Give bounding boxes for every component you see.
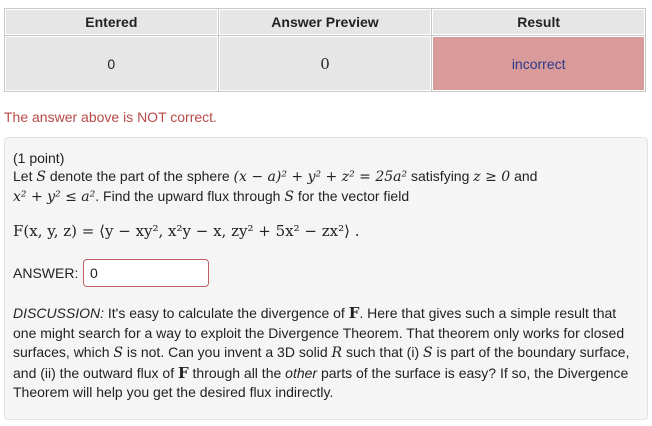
math-s: S bbox=[284, 189, 294, 205]
result-value: incorrect bbox=[431, 35, 646, 92]
text: for the vector field bbox=[293, 188, 410, 204]
text: It's easy to calculate the divergence of bbox=[104, 305, 349, 321]
text: . Find the upward flux through bbox=[95, 188, 285, 204]
text: is not. Can you invent a 3D solid bbox=[122, 344, 332, 360]
header-result: Result bbox=[431, 7, 646, 37]
status-message: The answer above is NOT correct. bbox=[4, 109, 217, 125]
disk-inequality: x² + y² ≤ a² bbox=[13, 189, 96, 205]
problem-line-2: x² + y² ≤ a². Find the upward flux throu… bbox=[13, 188, 409, 205]
sphere-equation: (x − a)² + y² + z² = 25a² bbox=[233, 169, 408, 185]
problem-line-1: Let S denote the part of the sphere (x −… bbox=[13, 168, 537, 185]
text: such that (i) bbox=[342, 344, 423, 360]
vector-field-equation: F(x, y, z) = ⟨y − xy², x²y − x, zy² + 5x… bbox=[13, 222, 360, 240]
math-f: F bbox=[348, 304, 360, 322]
problem-points: (1 point) bbox=[13, 150, 65, 166]
answer-preview-value: 0 bbox=[320, 54, 330, 73]
discussion-text: DISCUSSION: It's easy to calculate the d… bbox=[13, 304, 635, 403]
text: through all the bbox=[188, 364, 286, 381]
problem-box: (1 point) Let S denote the part of the s… bbox=[4, 137, 648, 420]
math-f: F bbox=[177, 363, 189, 382]
results-table: Entered Answer Preview Result 0 0 incorr… bbox=[4, 7, 646, 92]
math-s: S bbox=[36, 169, 46, 185]
math-s: S bbox=[113, 345, 123, 361]
answer-input[interactable] bbox=[83, 259, 209, 287]
header-answer-preview: Answer Preview bbox=[217, 7, 433, 37]
entered-value: 0 bbox=[4, 35, 219, 92]
text: and bbox=[510, 168, 538, 184]
answer-preview-cell: 0 bbox=[217, 35, 433, 92]
text: satisfying bbox=[407, 168, 474, 184]
text: DISCUSSION: bbox=[13, 305, 105, 321]
math-s: S bbox=[423, 345, 433, 361]
text: Let bbox=[13, 168, 37, 184]
text: denote the part of the sphere bbox=[45, 168, 234, 184]
text: other bbox=[285, 364, 318, 381]
header-entered: Entered bbox=[4, 7, 219, 37]
z-condition: z ≥ 0 bbox=[473, 169, 511, 185]
answer-label: ANSWER: bbox=[13, 265, 79, 281]
math-r: R bbox=[331, 345, 343, 361]
